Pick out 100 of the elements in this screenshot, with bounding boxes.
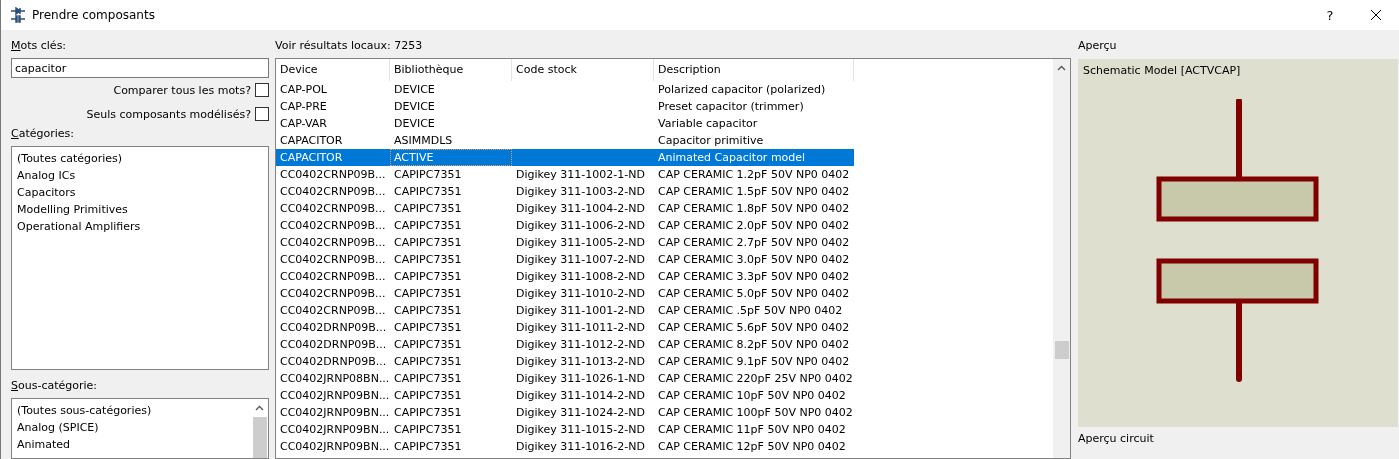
table-cell: CAP CERAMIC 100pF 50V NP0 0402 <box>658 406 853 419</box>
table-cell: CAP CERAMIC 9.1pF 50V NP0 0402 <box>658 355 850 368</box>
circuit-preview-label: Aperçu circuit <box>1078 431 1155 447</box>
table-cell: CAPIPC7351 <box>394 168 462 181</box>
scroll-up-icon <box>255 405 264 411</box>
close-icon <box>1370 9 1382 21</box>
table-cell: ACTIVE <box>394 151 434 164</box>
table-cell: DEVICE <box>394 83 435 96</box>
category-item[interactable]: Modelling Primitives <box>16 201 264 218</box>
table-cell: CC0402CRNP09B... <box>280 168 386 181</box>
table-cell: CAPACITOR <box>280 134 343 147</box>
table-cell: CAP-PRE <box>280 100 327 113</box>
table-cell: CAP CERAMIC 1.5pF 50V NP0 0402 <box>658 185 850 198</box>
table-cell: CAPIPC7351 <box>394 355 462 368</box>
table-cell: CC0402DRNP09B... <box>280 321 387 334</box>
option-label: Comparer tous les mots? <box>113 83 251 97</box>
column-header[interactable]: Bibliothèque <box>390 59 512 81</box>
table-cell: ASIMMDLS <box>394 134 453 147</box>
table-cell: CAPIPC7351 <box>394 202 462 215</box>
scroll-thumb[interactable] <box>1054 341 1069 359</box>
subcategory-item[interactable]: Animated <box>16 436 247 453</box>
table-cell: CAPIPC7351 <box>394 321 462 334</box>
table-cell: CAPIPC7351 <box>394 219 462 232</box>
help-button[interactable]: ? <box>1307 0 1353 30</box>
keywords-field[interactable]: capacitor <box>11 58 269 78</box>
checkbox[interactable] <box>255 107 269 121</box>
table-cell: CAPIPC7351 <box>394 372 462 385</box>
checkbox[interactable] <box>255 83 269 97</box>
column-header[interactable]: Device <box>276 59 390 81</box>
table-cell: CAP CERAMIC 2.0pF 50V NP0 0402 <box>658 219 850 232</box>
table-cell: Variable capacitor <box>658 117 758 130</box>
subcategory-label: Sous-catégorie: <box>11 378 99 394</box>
table-cell: CC0402JRNP09BN... <box>280 389 390 402</box>
table-cell: Digikey 311-1011-2-ND <box>516 321 645 334</box>
table-cell: CAPIPC7351 <box>394 236 462 249</box>
table-cell: CAPIPC7351 <box>394 287 462 300</box>
component-icon <box>10 7 26 23</box>
column-header[interactable]: Code stock <box>512 59 654 81</box>
category-item[interactable]: Analog ICs <box>16 167 264 184</box>
table-cell: Digikey 311-1005-2-ND <box>516 236 645 249</box>
table-cell: CAP CERAMIC 3.0pF 50V NP0 0402 <box>658 253 850 266</box>
table-cell: Digikey 311-1026-1-ND <box>516 372 645 385</box>
keywords-label: Mots clés: <box>11 38 68 54</box>
table-cell: Digikey 311-1008-2-ND <box>516 270 645 283</box>
table-cell: Digikey 311-1001-2-ND <box>516 304 645 317</box>
scroll-up-icon <box>1057 65 1066 71</box>
table-cell: CC0402CRNP09B... <box>280 270 386 283</box>
table-cell: CC0402CRNP09B... <box>280 185 386 198</box>
table-cell: DEVICE <box>394 117 435 130</box>
table-cell: DEVICE <box>394 100 435 113</box>
scrollbar[interactable] <box>1053 59 1070 458</box>
table-cell: CAP CERAMIC 220pF 25V NP0 0402 <box>658 372 853 385</box>
column-header[interactable]: Description <box>654 59 854 81</box>
selected-row[interactable]: CAPACITOR ACTIVE Animated Capacitor model <box>276 149 854 166</box>
subcategory-item[interactable]: Analog (SPICE) <box>16 419 247 436</box>
category-item[interactable]: (Toutes catégories) <box>16 150 264 167</box>
table-cell: Digikey 311-1010-2-ND <box>516 287 645 300</box>
table-cell: Digikey 311-1006-2-ND <box>516 219 645 232</box>
table-cell: CC0402CRNP09B... <box>280 253 386 266</box>
table-cell: CC0402CRNP09B... <box>280 304 386 317</box>
table-cell: CC0402CRNP09B... <box>280 287 386 300</box>
table-cell: CC0402JRNP09BN... <box>280 423 390 436</box>
table-cell: CAP CERAMIC 1.2pF 50V NP0 0402 <box>658 168 850 181</box>
table-cell: CAPIPC7351 <box>394 270 462 283</box>
table-cell: CC0402JRNP09BN... <box>280 406 390 419</box>
table-cell: Digikey 311-1013-2-ND <box>516 355 645 368</box>
table-cell: CAPIPC7351 <box>394 406 462 419</box>
table-cell: CAP CERAMIC 8.2pF 50V NP0 0402 <box>658 338 850 351</box>
scroll-thumb[interactable] <box>252 417 267 458</box>
subcategory-item[interactable]: (Toutes sous-catégories) <box>16 402 247 419</box>
table-cell: CAPIPC7351 <box>394 253 462 266</box>
category-item[interactable]: Operational Amplifiers <box>16 218 264 235</box>
table-cell: CAPIPC7351 <box>394 389 462 402</box>
table-cell: CAP CERAMIC 3.3pF 50V NP0 0402 <box>658 270 850 283</box>
table-cell: CC0402JRNP09BN... <box>280 440 390 453</box>
table-cell: Digikey 311-1002-1-ND <box>516 168 645 181</box>
table-cell: CC0402CRNP09B... <box>280 236 386 249</box>
table-cell: CAP CERAMIC 5.0pF 50V NP0 0402 <box>658 287 850 300</box>
option-label: Seuls composants modélisés? <box>86 107 251 121</box>
table-cell: CC0402CRNP09B... <box>280 202 386 215</box>
table-cell: Digikey 311-1014-2-ND <box>516 389 645 402</box>
table-cell: CAP CERAMIC 10pF 50V NP0 0402 <box>658 389 846 402</box>
table-cell: CAP CERAMIC 5.6pF 50V NP0 0402 <box>658 321 850 334</box>
table-cell: CAPIPC7351 <box>394 423 462 436</box>
table-cell: Digikey 311-1015-2-ND <box>516 423 645 436</box>
table-cell: CAP CERAMIC 11pF 50V NP0 0402 <box>658 423 846 436</box>
table-cell: Digikey 311-1016-2-ND <box>516 440 645 453</box>
table-cell: Capacitor primitive <box>658 134 764 147</box>
table-cell: Animated Capacitor model <box>658 151 806 164</box>
table-cell: CAPIPC7351 <box>394 304 462 317</box>
table-cell: CAP-POL <box>280 83 327 96</box>
category-item[interactable]: Capacitors <box>16 184 264 201</box>
table-cell: CAP-VAR <box>280 117 327 130</box>
table-cell: CAPACITOR <box>280 151 343 164</box>
table-cell: Digikey 311-1012-2-ND <box>516 338 645 351</box>
table-cell: Preset capacitor (trimmer) <box>658 100 804 113</box>
table-cell: CAPIPC7351 <box>394 440 462 453</box>
table-cell: CAPIPC7351 <box>394 338 462 351</box>
table-cell: CC0402JRNP08BN... <box>280 372 390 385</box>
preview-caption: Schematic Model [ACTVCAP] <box>1082 63 1242 77</box>
